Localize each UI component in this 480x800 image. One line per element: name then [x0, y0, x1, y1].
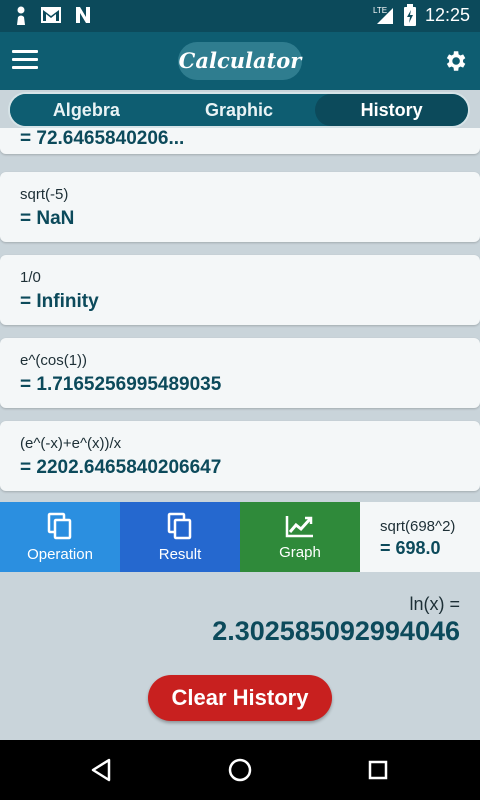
graph-label: Graph — [279, 543, 321, 561]
display-expression: ln(x) = — [409, 594, 460, 614]
battery-charging-icon — [403, 4, 416, 26]
tab-bar: Algebra Graphic History — [8, 92, 470, 128]
system-icons: LTE 12:25 — [373, 4, 470, 26]
app-bar: Calculator — [0, 32, 480, 90]
copy-operation-button[interactable]: Operation — [0, 502, 120, 572]
back-icon[interactable] — [90, 758, 112, 782]
copy-icon — [167, 512, 192, 539]
signal-icon: LTE — [373, 6, 393, 24]
history-expression: 1/0 — [20, 269, 41, 286]
history-result: = 1.7165256995489035 — [20, 374, 222, 395]
notification-icons — [14, 6, 92, 26]
navigation-bar — [0, 740, 480, 800]
history-expression: sqrt(-5) — [20, 186, 69, 203]
history-result: = Infinity — [20, 291, 99, 312]
clock: 12:25 — [424, 4, 470, 25]
chess-pawn-icon — [17, 6, 25, 25]
tab-algebra[interactable]: Algebra — [10, 94, 163, 126]
gmail-icon — [41, 7, 61, 23]
display-value: 2.302585092994046 — [212, 616, 460, 646]
menu-button[interactable] — [12, 50, 38, 72]
history-list[interactable]: = 72.6465840206... sqrt(-5) = NaN 1/0 = … — [0, 128, 480, 502]
svg-text:LTE: LTE — [373, 6, 387, 15]
app-title: Calculator — [178, 42, 302, 80]
result-display: ln(x) = 2.302585092994046 Clear History — [0, 572, 480, 740]
recent-apps-icon[interactable] — [368, 760, 388, 780]
tab-history[interactable]: History — [315, 94, 468, 126]
last-expression: sqrt(698^2) — [380, 518, 456, 535]
copy-icon — [47, 512, 72, 539]
clear-history-button[interactable]: Clear History — [148, 675, 332, 721]
chart-line-icon — [285, 515, 313, 537]
history-item[interactable]: (e^(-x)+e^(x))/x = 2202.6465840206647 — [0, 421, 480, 491]
action-row: Operation Result Graph sqrt(698^2) = 698… — [0, 502, 480, 572]
home-icon[interactable] — [228, 758, 252, 782]
status-bar: LTE 12:25 — [0, 0, 480, 32]
history-item[interactable]: = 72.6465840206... — [0, 128, 480, 154]
last-result: = 698.0 — [380, 538, 441, 558]
history-item[interactable]: e^(cos(1)) = 1.7165256995489035 — [0, 338, 480, 408]
copy-result-label: Result — [158, 545, 202, 563]
history-expression: (e^(-x)+e^(x))/x — [20, 435, 122, 452]
history-result: = 72.6465840206... — [20, 128, 185, 149]
history-result: = 2202.6465840206647 — [20, 457, 222, 478]
tab-graphic[interactable]: Graphic — [162, 94, 316, 126]
history-item[interactable]: sqrt(-5) = NaN — [0, 172, 480, 242]
history-expression: e^(cos(1)) — [20, 352, 88, 369]
n-app-icon — [76, 7, 90, 23]
gear-icon[interactable] — [442, 48, 468, 74]
copy-result-button[interactable]: Result — [120, 502, 240, 572]
copy-operation-label: Operation — [27, 545, 93, 563]
graph-button[interactable]: Graph — [240, 502, 360, 572]
history-result: = NaN — [20, 208, 75, 229]
last-history-item[interactable]: sqrt(698^2) = 698.0 — [360, 502, 480, 572]
history-item[interactable]: 1/0 = Infinity — [0, 255, 480, 325]
